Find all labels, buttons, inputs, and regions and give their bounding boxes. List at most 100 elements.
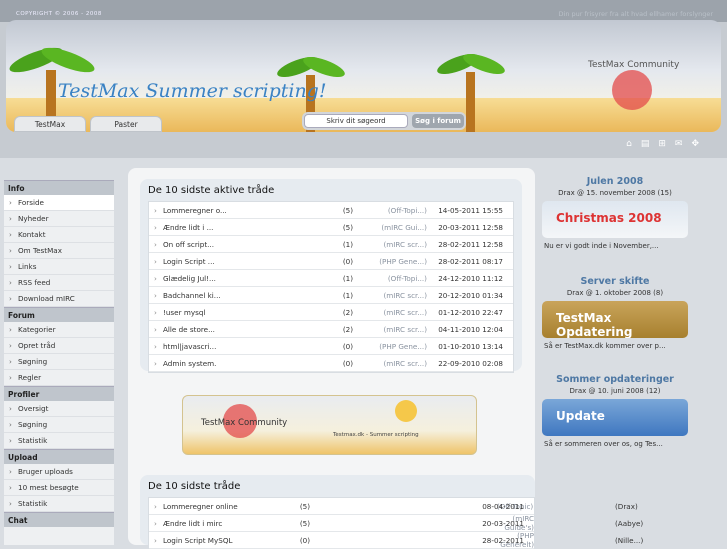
header: COPYRIGHT © 2006 - 2008 Din pur frisyrer… [0,0,727,158]
thread-title[interactable]: Lommeregner o... [154,206,227,215]
table-row[interactable]: Ændre lidt i mirc(5)(mIRC Guide's)(Aabye… [149,514,643,532]
sun-icon [395,400,417,422]
latest-threads-table: Lommeregner online(5)(Off-Topic)(Drax)08… [148,497,643,549]
news-item: Julen 2008 Drax @ 15. november 2008 (15) C… [540,176,690,250]
news-meta: Drax @ 15. november 2008 (15) [558,189,672,197]
thread-title[interactable]: Ændre lidt i mirc [154,519,222,528]
thread-title[interactable]: Badchannel ki... [154,291,221,300]
sidebar-item[interactable]: Download mIRC [4,291,114,307]
thread-date: 04-11-2010 12:04 [438,324,503,334]
table-row[interactable]: Ændre lidt i ... (5) (mIRC Gui...) 20-03-20… [149,219,513,236]
sidebar-item[interactable]: Bruger uploads [4,464,114,480]
search-button[interactable]: Søg i forum [412,114,464,128]
thread-title[interactable]: !user mysql [154,308,205,317]
reply-count: (5) [299,518,310,528]
news-image[interactable]: Update [542,399,688,436]
reply-count: (0) [299,535,310,545]
header-tabs: TestMax Paster [14,116,162,132]
thread-title[interactable]: Login Script ... [154,257,215,266]
reply-count: (1) [342,239,353,249]
news-image-text: Christmas 2008 [556,211,662,225]
sidebar-item[interactable]: Forside [4,195,114,211]
thread-title[interactable]: Alle de store... [154,325,215,334]
thread-category[interactable]: (mIRC scr...) [383,325,427,334]
thread-category[interactable]: (PHP Gene...) [379,257,427,266]
sidebar-item[interactable]: Opret tråd [4,338,114,354]
thread-author[interactable]: (Nille...) [615,536,643,545]
thread-date: 20-03-2011 12:58 [438,222,503,232]
thread-author[interactable]: (Drax) [615,502,638,511]
table-row[interactable]: Lommeregner o... (5) (Off-Topi...) 14-05-20… [149,202,513,219]
search-input[interactable] [304,114,408,128]
sidebar-item[interactable]: Statistik [4,496,114,512]
news-title[interactable]: Sommer opdateringer [540,374,690,385]
community-logo: TestMax Community [588,60,680,70]
ad-logo: TestMax Community [201,418,288,428]
sidebar-item[interactable]: Statistik [4,433,114,449]
search-bar: Søg i forum [302,112,466,130]
news-image[interactable]: TestMax Opdatering [542,301,688,338]
thread-date: 20-12-2010 01:34 [438,290,503,300]
thread-title[interactable]: Glædelig Jul!... [154,274,216,283]
sidebar-item[interactable]: Regler [4,370,114,386]
thread-date: 08-04-2011 [482,501,524,511]
thread-category[interactable]: (mIRC scr...) [383,291,427,300]
thread-date: 22-09-2010 02:08 [438,358,503,368]
mail-icon[interactable]: ✉ [675,139,683,149]
thread-title[interactable]: Login Script MySQL [154,536,232,545]
bookmark-icon[interactable]: ⊞ [658,139,666,149]
sidebar-item[interactable]: Søgning [4,417,114,433]
sidebar-item[interactable]: Oversigt [4,401,114,417]
latest-threads-title: De 10 sidste tråde [148,481,241,492]
tab-testmax[interactable]: TestMax [14,116,86,132]
table-row[interactable]: !user mysql (2) (mIRC scr...) 01-12-2010 22… [149,304,513,321]
reply-count: (0) [342,256,353,266]
thread-title[interactable]: Lommeregner online [154,502,238,511]
table-row[interactable]: Admin system. (0) (mIRC scr...) 22-09-2010 … [149,355,513,372]
table-row[interactable]: Lommeregner online(5)(Off-Topic)(Drax)08… [149,498,638,515]
table-row[interactable]: Badchannel ki... (1) (mIRC scr...) 20-12-20… [149,287,513,304]
sidebar-section-title: Info [4,180,114,195]
thread-title[interactable]: html|javascri... [154,342,216,351]
news-image[interactable]: Christmas 2008 [542,201,688,238]
table-row[interactable]: html|javascri... (0) (PHP Gene...) 01-10-20… [149,338,513,355]
sidebar-item[interactable]: Links [4,259,114,275]
thread-category[interactable]: (Off-Topi...) [388,274,427,283]
news-excerpt: Så er sommeren over os, og Tes... [544,440,663,448]
tab-paster[interactable]: Paster [90,116,162,132]
home-icon[interactable]: ⌂ [626,139,632,149]
active-threads-table: Lommeregner o... (5) (Off-Topi...) 14-05-20… [148,201,514,373]
sidebar-item[interactable]: Søgning [4,354,114,370]
sidebar-item[interactable]: Kategorier [4,322,114,338]
thread-category[interactable]: (Off-Topi...) [388,206,427,215]
thread-category[interactable]: (mIRC scr...) [383,240,427,249]
thread-category[interactable]: (mIRC scr...) [383,308,427,317]
ad-banner[interactable]: TestMax Community Testmax.dk - Summer sc… [182,395,477,455]
sidebar-item[interactable]: RSS feed [4,275,114,291]
sidebar-section-title: Forum [4,307,114,322]
news-item: Sommer opdateringer Drax @ 10. juni 2008 … [540,374,690,448]
thread-date: 28-02-2011 12:58 [438,239,503,249]
news-title[interactable]: Server skifte [540,276,690,287]
sidebar-item[interactable]: Kontakt [4,227,114,243]
thread-author[interactable]: (Aabye) [615,519,643,528]
table-row[interactable]: On off script... (1) (mIRC scr...) 28-02-20… [149,236,513,253]
thread-category[interactable]: (mIRC scr...) [383,359,427,368]
active-threads-box: De 10 sidste aktive tråde Lommeregner o.… [140,179,522,373]
sidebar-item[interactable]: Nyheder [4,211,114,227]
reply-count: (0) [342,341,353,351]
move-icon[interactable]: ✥ [691,139,699,149]
table-row[interactable]: Alle de store... (2) (mIRC scr...) 04-11-20… [149,321,513,338]
sidebar-item[interactable]: 10 mest besøgte [4,480,114,496]
thread-category[interactable]: (PHP Gene...) [379,342,427,351]
thread-category[interactable]: (mIRC Gui...) [381,223,427,232]
table-row[interactable]: Login Script ... (0) (PHP Gene...) 28-02-20… [149,253,513,270]
print-icon[interactable]: ▤ [641,139,650,149]
table-row[interactable]: Login Script MySQL(0)(PHP Generelt)(Nill… [149,531,643,549]
thread-title[interactable]: On off script... [154,240,214,249]
table-row[interactable]: Glædelig Jul!... (1) (Off-Topi...) 24-12-20… [149,270,513,287]
sidebar-item[interactable]: Om TestMax [4,243,114,259]
thread-title[interactable]: Admin system. [154,359,217,368]
news-title[interactable]: Julen 2008 [540,176,690,187]
thread-title[interactable]: Ændre lidt i ... [154,223,213,232]
